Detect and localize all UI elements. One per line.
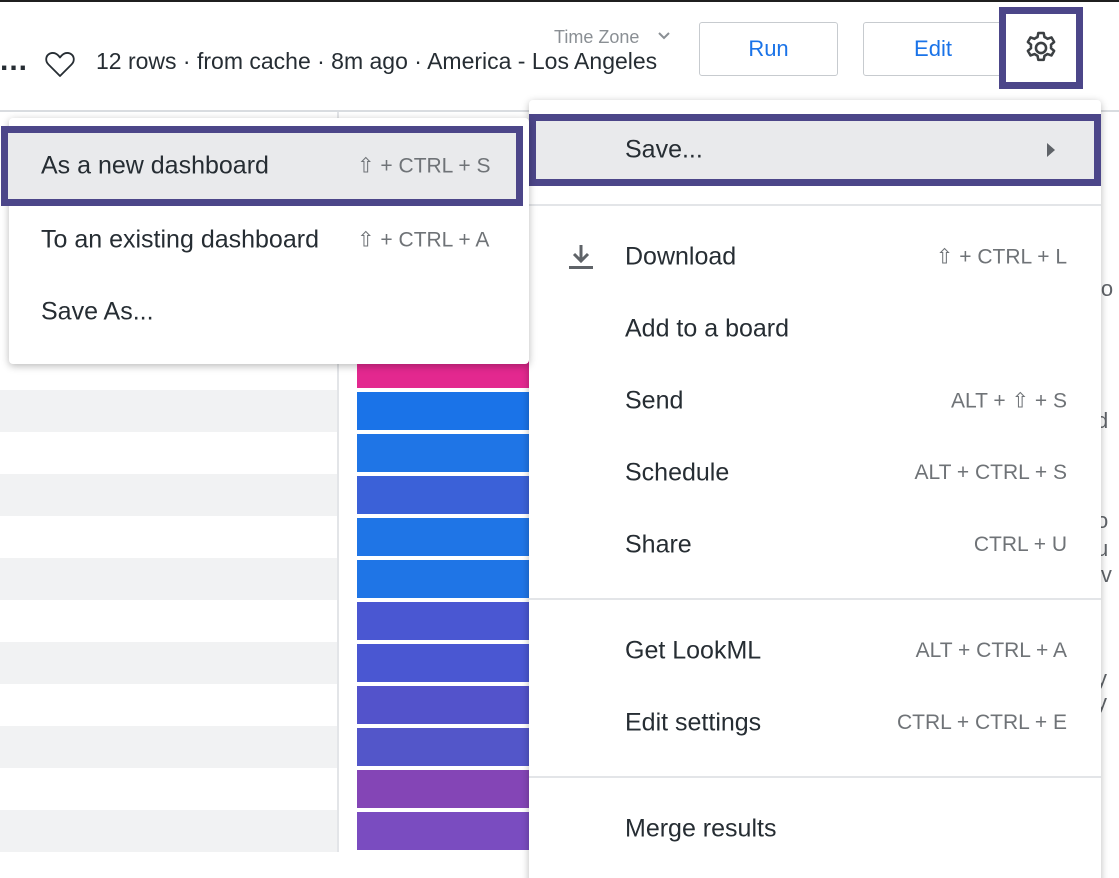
download-icon — [569, 245, 593, 269]
chevron-down-icon[interactable] — [656, 28, 672, 44]
bar-cell — [357, 770, 529, 808]
bar-cell — [357, 560, 529, 598]
menu-item-label: Save... — [625, 135, 703, 164]
shortcut-hint: ⇧ + CTRL + A — [357, 228, 490, 252]
menu-item-label: Get LookML — [625, 636, 762, 665]
submenu-item-existing-dashboard[interactable]: To an existing dashboard ⇧ + CTRL + A — [9, 204, 529, 276]
menu-item-label: Download — [625, 242, 737, 271]
run-button[interactable]: Run — [699, 22, 838, 76]
bar-cell — [357, 476, 529, 514]
bar-cell — [357, 644, 529, 682]
menu-item-label: Edit settings — [625, 708, 762, 737]
query-status-text: 12 rows · from cache · 8m ago · America … — [96, 48, 658, 74]
edit-button[interactable]: Edit — [863, 22, 1003, 76]
menu-item-share[interactable]: Share CTRL + U — [529, 509, 1101, 581]
table-row — [0, 474, 337, 516]
bar-cell — [357, 728, 529, 766]
menu-item-download[interactable]: Download ⇧ + CTRL + L — [529, 221, 1101, 293]
gear-icon — [1026, 31, 1056, 62]
bar-cell — [357, 392, 529, 430]
timezone-label[interactable]: Time Zone — [554, 26, 639, 48]
gear-dropdown-menu: Save... Download ⇧ + CTRL + L Add to a b… — [529, 100, 1101, 878]
menu-divider — [529, 776, 1101, 778]
shortcut-hint: ALT + CTRL + S — [914, 461, 1067, 484]
menu-item-edit-settings[interactable]: Edit settings CTRL + CTRL + E — [529, 687, 1101, 759]
submenu-item-label: Save As... — [41, 297, 154, 326]
menu-item-label: Send — [625, 386, 684, 415]
caret-right-icon — [1047, 143, 1055, 157]
table-row — [0, 558, 337, 600]
menu-item-label: Add to a board — [625, 314, 790, 343]
bar-cell — [357, 812, 529, 850]
table-row — [0, 810, 337, 852]
shortcut-hint: ALT + ⇧ + S — [950, 389, 1067, 413]
table-row — [0, 600, 337, 642]
menu-item-add-to-board[interactable]: Add to a board — [529, 293, 1101, 365]
submenu-item-label: To an existing dashboard — [41, 225, 319, 254]
table-row — [0, 684, 337, 726]
table-row — [0, 432, 337, 474]
shortcut-hint: ALT + CTRL + A — [915, 639, 1067, 662]
bar-cell — [357, 602, 529, 640]
table-row — [0, 768, 337, 810]
menu-item-save[interactable]: Save... — [529, 114, 1101, 186]
table-row — [0, 642, 337, 684]
shortcut-hint: ⇧ + CTRL + S — [357, 154, 491, 178]
bar-cell — [357, 434, 529, 472]
menu-divider — [529, 204, 1101, 206]
menu-item-send[interactable]: Send ALT + ⇧ + S — [529, 365, 1101, 437]
truncated-title: ... — [0, 44, 29, 77]
menu-item-label: Merge results — [625, 814, 777, 843]
shortcut-hint: CTRL + U — [973, 533, 1067, 556]
shortcut-hint: CTRL + CTRL + E — [897, 711, 1067, 734]
bar-cell — [357, 686, 529, 724]
menu-divider — [529, 598, 1101, 600]
menu-item-schedule[interactable]: Schedule ALT + CTRL + S — [529, 437, 1101, 509]
menu-item-label: Schedule — [625, 458, 730, 487]
submenu-item-new-dashboard[interactable]: As a new dashboard ⇧ + CTRL + S — [1, 126, 523, 206]
menu-item-label: Share — [625, 530, 692, 559]
submenu-item-save-as[interactable]: Save As... — [9, 276, 529, 348]
table-row — [0, 516, 337, 558]
menu-item-get-lookml[interactable]: Get LookML ALT + CTRL + A — [529, 615, 1101, 687]
table-row — [0, 390, 337, 432]
shortcut-hint: ⇧ + CTRL + L — [935, 245, 1067, 269]
submenu-item-label: As a new dashboard — [41, 151, 269, 180]
heart-icon[interactable] — [44, 49, 76, 79]
table-row — [0, 726, 337, 768]
menu-item-merge-results[interactable]: Merge results — [529, 793, 1101, 865]
save-submenu: As a new dashboard ⇧ + CTRL + S To an ex… — [1, 118, 529, 364]
bar-cell — [357, 518, 529, 556]
settings-gear-button[interactable] — [999, 7, 1083, 89]
explore-header: ... 12 rows · from cache · 8m ago · Amer… — [0, 2, 1119, 110]
